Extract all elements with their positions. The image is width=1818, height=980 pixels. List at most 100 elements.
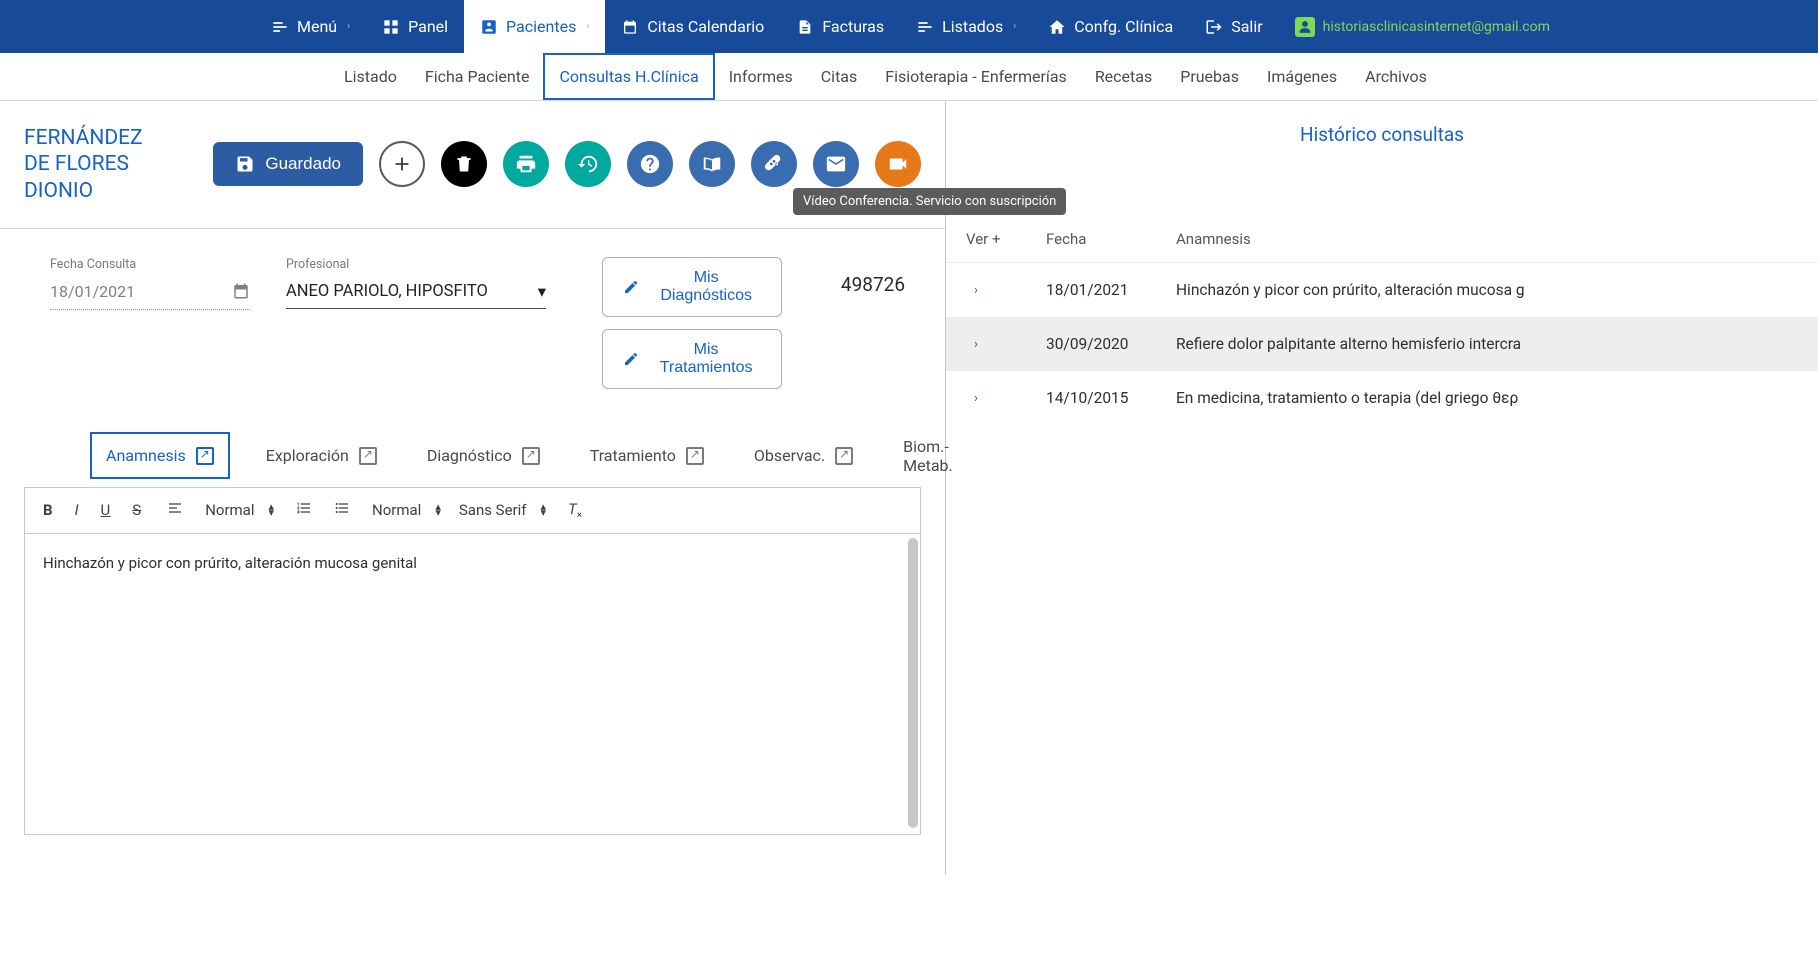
nav-panel[interactable]: Panel [366,0,464,53]
nav-listados-label: Listados [942,17,1003,36]
topbar: Menú › Panel Pacientes › Citas Calendari… [0,0,1818,53]
tab-exploracion[interactable]: Exploración [252,434,391,477]
italic-button[interactable]: I [71,499,83,521]
help-button[interactable] [627,141,673,187]
user-email[interactable]: historiasclinicasinternet@gmail.com [1279,0,1566,53]
nav-pacientes-label: Pacientes [506,17,576,36]
save-button[interactable]: Guardado [213,142,363,186]
editor-wrap: Hinchazón y picor con prúrito, alteració… [24,534,921,835]
row-date: 30/09/2020 [1046,335,1176,353]
subnav-ficha[interactable]: Ficha Paciente [411,53,544,100]
heading-select[interactable]: Normal ▴▾ [205,501,274,519]
nav-facturas[interactable]: Facturas [780,0,900,53]
fecha-label: Fecha Consulta [50,257,250,272]
video-icon [887,153,909,175]
video-button[interactable] [875,141,921,187]
print-icon [515,153,537,175]
tab-row: Anamnesis Exploración Diagnóstico Tratam… [90,425,945,487]
align-button[interactable] [163,498,187,522]
dashboard-icon [382,18,400,36]
add-button[interactable] [379,141,425,187]
user-icon [1295,17,1315,37]
subnav-fisio[interactable]: Fisioterapia - Enfermerías [871,53,1081,100]
col-fecha: Fecha [1046,230,1176,248]
history-row[interactable]: › 18/01/2021 Hinchazón y picor con prúri… [946,263,1818,317]
col-ver: Ver + [966,230,1046,248]
subnav-informes[interactable]: Informes [715,53,807,100]
tab-diagnostico[interactable]: Diagnóstico [413,434,554,477]
subnav-archivos[interactable]: Archivos [1351,53,1441,100]
mis-diagnosticos-button[interactable]: Mis Diagnósticos [602,257,782,317]
consult-id: 498726 [841,257,905,296]
font-select[interactable]: Sans Serif ▴▾ [459,501,546,519]
nav-facturas-label: Facturas [822,17,884,36]
bullet-list-button[interactable] [330,498,354,522]
history-button[interactable] [565,141,611,187]
subnav-recetas[interactable]: Recetas [1081,53,1166,100]
open-external-icon [196,447,214,465]
nav-menu[interactable]: Menú › [255,0,366,53]
fecha-input[interactable]: 18/01/2021 [50,278,250,310]
mis-diag-label: Mis Diagnósticos [651,269,761,305]
row-anam: En medicina, tratamiento o terapia (del … [1176,389,1818,407]
history-row[interactable]: › 30/09/2020 Refiere dolor palpitante al… [946,317,1818,371]
exit-icon [1205,18,1223,36]
delete-button[interactable] [441,141,487,187]
email-button[interactable] [813,141,859,187]
ordered-list-button[interactable] [292,498,316,522]
tab-observac[interactable]: Observac. [740,434,867,477]
clear-format-button[interactable]: T× [564,498,586,523]
nav-salir[interactable]: Salir [1189,0,1278,53]
bandage-button[interactable] [751,141,797,187]
row-anam: Hinchazón y picor con prúrito, alteració… [1176,281,1818,299]
editor-textarea[interactable]: Hinchazón y picor con prúrito, alteració… [25,534,920,834]
size-value: Normal [372,501,421,519]
plus-icon [391,153,413,175]
save-icon [235,154,255,174]
nav-citas[interactable]: Citas Calendario [605,0,780,53]
sort-icon: ▴▾ [435,504,441,517]
history-row[interactable]: › 14/10/2015 En medicina, tratamiento o … [946,371,1818,425]
nav-citas-label: Citas Calendario [647,17,764,36]
underline-button[interactable]: U [97,499,115,521]
fecha-field: Fecha Consulta 18/01/2021 [50,257,250,389]
profesional-value: ANEO PARIOLO, HIPOSFITO [286,282,488,301]
pencil-icon [623,350,639,368]
subnav-citas[interactable]: Citas [807,53,872,100]
open-external-icon [522,447,540,465]
scrollbar[interactable] [908,538,918,828]
main: FERNÁNDEZ DE FLORES DIONIO Guardado [0,101,1818,875]
row-date: 18/01/2021 [1046,281,1176,299]
size-select[interactable]: Normal ▴▾ [372,501,441,519]
row-anam: Refiere dolor palpitante alterno hemisfe… [1176,335,1818,353]
trash-icon [454,154,474,174]
tab-anamnesis[interactable]: Anamnesis [90,432,230,479]
list-icon [916,18,934,36]
chevron-right-icon: › [966,337,1046,352]
calendar-icon [621,18,639,36]
nav-config-label: Confg. Clínica [1074,17,1173,36]
subnav-imagenes[interactable]: Imágenes [1253,53,1351,100]
mis-tratamientos-button[interactable]: Mis Tratamientos [602,329,782,389]
subbar: Listado Ficha Paciente Consultas H.Clíni… [0,53,1818,101]
row-date: 14/10/2015 [1046,389,1176,407]
profesional-select[interactable]: ANEO PARIOLO, HIPOSFITO ▾ [286,278,546,309]
book-button[interactable] [689,141,735,187]
invoice-icon [796,18,814,36]
col-anamnesis: Anamnesis [1176,230,1818,248]
strike-button[interactable]: S [128,499,145,521]
nav-pacientes[interactable]: Pacientes › [464,0,605,53]
subnav-listado[interactable]: Listado [330,53,411,100]
print-button[interactable] [503,141,549,187]
left-pane: FERNÁNDEZ DE FLORES DIONIO Guardado [0,101,946,875]
save-button-label: Guardado [265,154,341,174]
bold-button[interactable]: B [39,499,57,521]
tab-diagnostico-label: Diagnóstico [427,446,512,465]
pencil-icon [623,278,639,296]
nav-listados[interactable]: Listados › [900,0,1032,53]
subnav-pruebas[interactable]: Pruebas [1166,53,1253,100]
tab-anamnesis-label: Anamnesis [106,446,186,465]
subnav-consultas[interactable]: Consultas H.Clínica [543,53,714,100]
nav-config[interactable]: Confg. Clínica [1032,0,1189,53]
tab-tratamiento[interactable]: Tratamiento [576,434,718,477]
